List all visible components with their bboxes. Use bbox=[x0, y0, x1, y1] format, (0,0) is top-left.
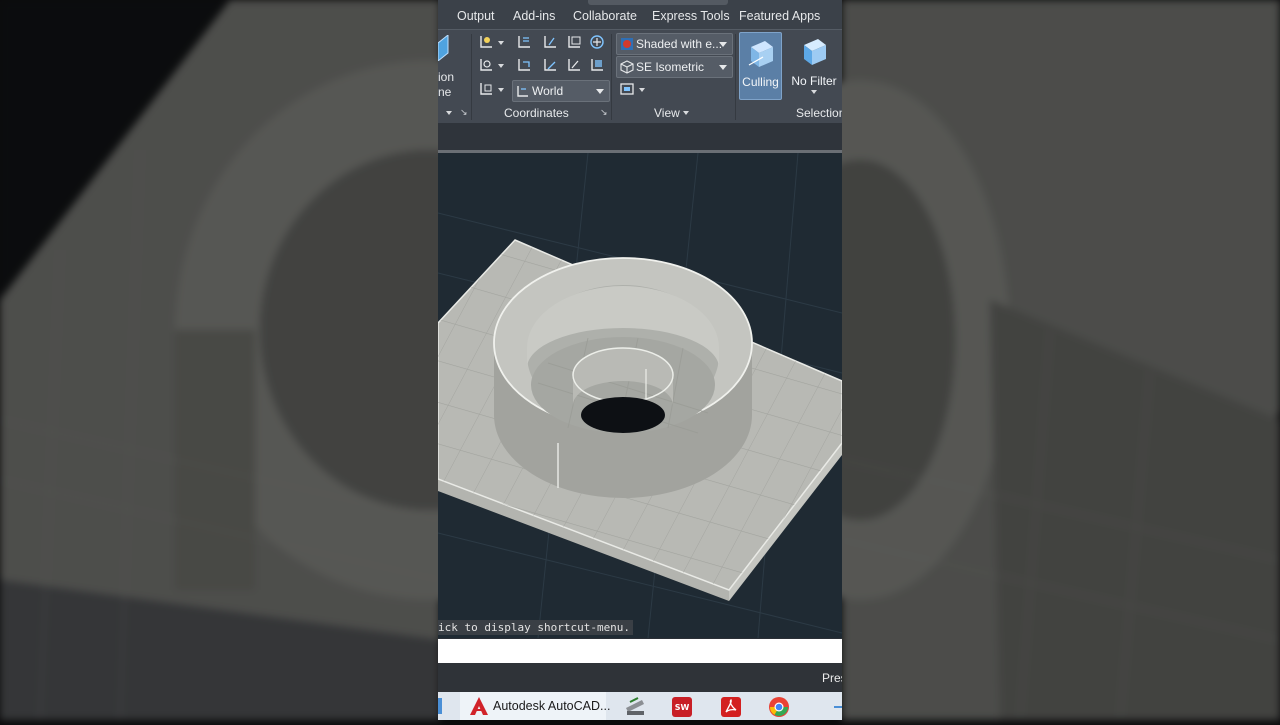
ribbon-panel: ion ne ↘ World Shaded with e... SE Isome… bbox=[438, 29, 842, 125]
ucs-z-icon[interactable] bbox=[566, 34, 582, 50]
section-plane-label-line2: ne bbox=[438, 85, 452, 99]
ucs-named-dropdown[interactable] bbox=[498, 88, 504, 92]
ribbon-viewport-gap bbox=[438, 123, 842, 154]
panel-launcher-icon[interactable]: ↘ bbox=[460, 107, 468, 118]
selection-panel-label[interactable]: Selection bbox=[796, 106, 842, 120]
taskbar-right-edge bbox=[834, 706, 842, 708]
ucs-zaxis-icon[interactable] bbox=[542, 57, 558, 73]
visual-style-value: Shaded with e... bbox=[636, 37, 723, 51]
no-filter-dropdown bbox=[811, 90, 817, 94]
solidworks-icon[interactable]: SW bbox=[671, 696, 693, 718]
tab-collaborate[interactable]: Collaborate bbox=[573, 9, 637, 23]
ucs-y-icon[interactable] bbox=[542, 34, 558, 50]
tab-featured-apps[interactable]: Featured Apps bbox=[739, 9, 820, 23]
acrobat-icon[interactable] bbox=[720, 696, 742, 718]
coordinates-panel-label[interactable]: Coordinates bbox=[504, 106, 569, 120]
scanner-icon[interactable] bbox=[624, 696, 646, 718]
panel-separator bbox=[471, 34, 472, 120]
ucs-light-icon[interactable] bbox=[478, 34, 494, 50]
ucs-view-icon[interactable] bbox=[589, 34, 605, 50]
ucs-named-icon[interactable] bbox=[478, 81, 494, 97]
taskbar-autocad-button[interactable]: Autodesk AutoCAD... bbox=[460, 692, 610, 720]
command-input[interactable] bbox=[438, 639, 842, 663]
ucs-world-value: World bbox=[532, 84, 564, 98]
view-direction-value: SE Isometric bbox=[636, 60, 705, 74]
culling-button[interactable]: Culling bbox=[739, 32, 782, 100]
autocad-window: Output Add-ins Collaborate Express Tools… bbox=[438, 0, 842, 720]
section-plane-icon[interactable] bbox=[438, 35, 450, 61]
viewport-config-dropdown[interactable] bbox=[639, 88, 645, 92]
ucs-world-combo[interactable]: World bbox=[512, 80, 610, 102]
autocad-icon bbox=[470, 697, 488, 715]
chevron-down-icon bbox=[596, 89, 604, 94]
search-bar-edge[interactable] bbox=[588, 0, 728, 5]
no-filter-label: No Filter bbox=[791, 74, 837, 88]
status-prompt-text: Pres bbox=[822, 671, 842, 685]
ucs-origin-icon[interactable] bbox=[516, 57, 532, 73]
ucs-3point-icon[interactable] bbox=[566, 57, 582, 73]
ucs-object-icon[interactable] bbox=[478, 57, 494, 73]
drawing-viewport[interactable] bbox=[438, 153, 842, 638]
visual-style-combo[interactable]: Shaded with e... bbox=[616, 33, 733, 55]
no-filter-button[interactable]: No Filter bbox=[786, 32, 842, 98]
culling-label: Culling bbox=[742, 75, 779, 89]
panel-separator bbox=[611, 34, 612, 120]
tab-express-tools[interactable]: Express Tools bbox=[652, 9, 730, 23]
culling-cube-icon bbox=[748, 41, 773, 67]
chevron-down-icon bbox=[719, 42, 727, 47]
chrome-icon[interactable] bbox=[768, 696, 790, 718]
ucs-light-dropdown[interactable] bbox=[498, 41, 504, 45]
ucs-icon bbox=[517, 86, 528, 97]
ucs-face-icon[interactable] bbox=[589, 57, 605, 73]
windows-taskbar: Autodesk AutoCAD... SW bbox=[438, 692, 842, 720]
model-canvas bbox=[438, 153, 842, 638]
through-hole-opening bbox=[581, 397, 665, 433]
view-direction-combo[interactable]: SE Isometric bbox=[616, 56, 733, 78]
svg-text:SW: SW bbox=[675, 703, 690, 712]
isometric-cube-icon bbox=[620, 60, 634, 74]
visual-style-icon bbox=[621, 38, 633, 50]
panel-separator bbox=[735, 34, 736, 120]
ucs-object-dropdown[interactable] bbox=[498, 64, 504, 68]
tab-output[interactable]: Output bbox=[457, 9, 495, 23]
ucs-x-icon[interactable] bbox=[516, 34, 532, 50]
taskbar-left-edge bbox=[438, 698, 442, 714]
section-plane-label-line1: ion bbox=[438, 70, 455, 84]
taskbar-autocad-label: Autodesk AutoCAD... bbox=[493, 699, 611, 713]
status-bar: Pres bbox=[438, 663, 842, 692]
tab-add-ins[interactable]: Add-ins bbox=[513, 9, 555, 23]
coordinates-launcher-icon[interactable]: ↘ bbox=[600, 107, 608, 118]
ribbon-tab-bar: Output Add-ins Collaborate Express Tools… bbox=[438, 0, 842, 29]
viewport-config-icon[interactable] bbox=[619, 81, 635, 97]
command-history-line: ick to display shortcut-menu. bbox=[438, 620, 634, 635]
panel-expand-arrow[interactable] bbox=[446, 111, 452, 115]
chevron-down-icon bbox=[719, 65, 727, 70]
no-filter-cube-icon bbox=[804, 39, 826, 65]
view-panel-label[interactable]: View bbox=[654, 106, 680, 120]
view-panel-expand-arrow[interactable] bbox=[683, 111, 689, 115]
